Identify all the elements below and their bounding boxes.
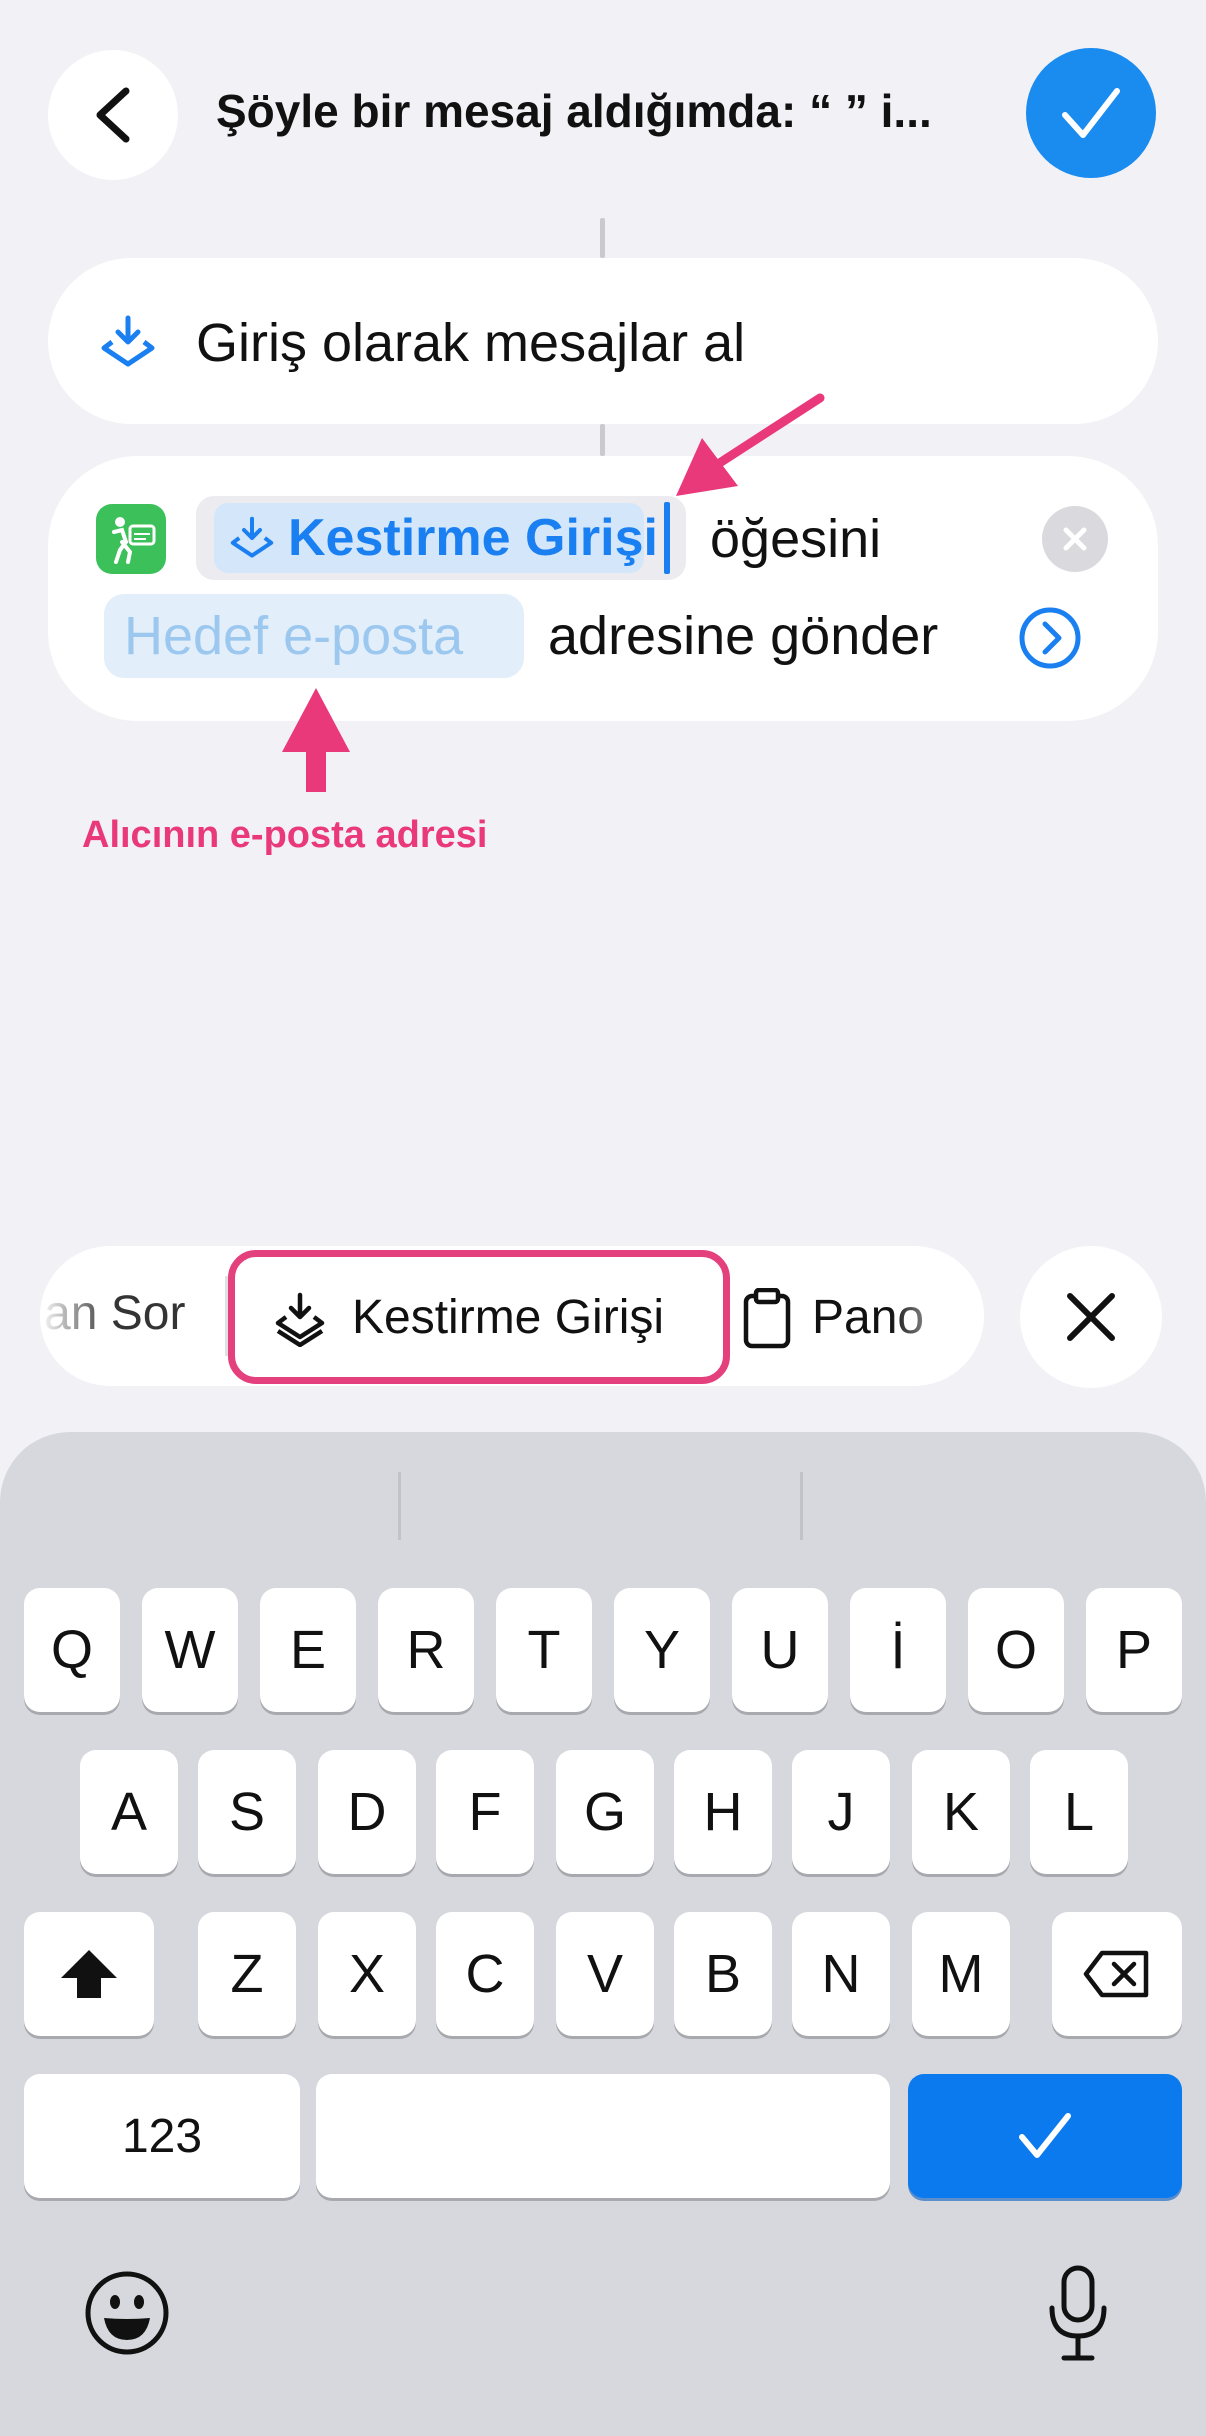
key-v[interactable]: V	[556, 1912, 654, 2036]
key-p[interactable]: P	[1086, 1588, 1182, 1712]
delete-key[interactable]	[1052, 1912, 1182, 2036]
key-o[interactable]: O	[968, 1588, 1064, 1712]
delete-icon	[1083, 1950, 1149, 1998]
key-l[interactable]: L	[1030, 1750, 1128, 1874]
predictive-divider	[800, 1472, 803, 1540]
key-i-dotted[interactable]: İ	[850, 1588, 946, 1712]
microphone-icon[interactable]	[1044, 2264, 1112, 2364]
sms-app-icon	[96, 504, 166, 574]
shortcut-input-icon	[275, 1292, 325, 1347]
close-icon	[1063, 527, 1087, 551]
clipboard-icon[interactable]	[740, 1288, 794, 1350]
key-d[interactable]: D	[318, 1750, 416, 1874]
key-h[interactable]: H	[674, 1750, 772, 1874]
chevron-left-icon	[96, 87, 130, 143]
key-x[interactable]: X	[318, 1912, 416, 2036]
chevron-right-circle-icon[interactable]	[1018, 606, 1082, 670]
shortcut-input-icon	[230, 516, 274, 558]
key-r[interactable]: R	[378, 1588, 474, 1712]
checkmark-icon	[1019, 2113, 1071, 2158]
flow-connector	[600, 218, 605, 258]
shortcut-editor-screen: Şöyle bir mesaj aldığımda: “ ” i... Giri…	[0, 0, 1206, 2436]
variable-token-label: Kestirme Girişi	[288, 509, 658, 567]
key-f[interactable]: F	[436, 1750, 534, 1874]
text-cursor	[664, 502, 670, 574]
numbers-key[interactable]: 123	[24, 2074, 300, 2198]
key-s[interactable]: S	[198, 1750, 296, 1874]
key-b[interactable]: B	[674, 1912, 772, 2036]
flow-connector	[600, 424, 605, 456]
clear-button[interactable]	[1042, 506, 1108, 572]
page-title[interactable]: Şöyle bir mesaj aldığımda: “ ” i...	[216, 84, 996, 138]
action-text-item: öğesini	[710, 509, 882, 569]
action-label-receive: Giriş olarak mesajlar al	[196, 313, 746, 373]
key-q[interactable]: Q	[24, 1588, 120, 1712]
suggestion-label: Kestirme Girişi	[352, 1291, 665, 1344]
key-n[interactable]: N	[792, 1912, 890, 2036]
annotation-label: Alıcının e-posta adresi	[82, 814, 488, 856]
back-button[interactable]	[48, 50, 178, 180]
key-w[interactable]: W	[142, 1588, 238, 1712]
shift-icon	[61, 1950, 117, 1998]
close-icon	[1067, 1293, 1115, 1341]
key-c[interactable]: C	[436, 1912, 534, 2036]
shortcut-input-icon	[101, 315, 155, 367]
key-a[interactable]: A	[80, 1750, 178, 1874]
key-k[interactable]: K	[912, 1750, 1010, 1874]
predictive-divider	[398, 1472, 401, 1540]
close-suggestions-button[interactable]	[1020, 1246, 1162, 1388]
checkmark-icon	[1062, 88, 1120, 138]
fade-overlay	[890, 1246, 984, 1386]
space-key[interactable]	[316, 2074, 890, 2198]
key-j[interactable]: J	[792, 1750, 890, 1874]
done-key[interactable]	[908, 2074, 1182, 2198]
emoji-icon[interactable]	[84, 2270, 170, 2356]
key-y[interactable]: Y	[614, 1588, 710, 1712]
key-u[interactable]: U	[732, 1588, 828, 1712]
key-g[interactable]: G	[556, 1750, 654, 1874]
fade-overlay	[40, 1246, 110, 1386]
key-z[interactable]: Z	[198, 1912, 296, 2036]
key-m[interactable]: M	[912, 1912, 1010, 2036]
key-e[interactable]: E	[260, 1588, 356, 1712]
shift-key[interactable]	[24, 1912, 154, 2036]
done-button[interactable]	[1026, 48, 1156, 178]
email-parameter-placeholder: Hedef e-posta	[124, 606, 464, 666]
action-text-send: adresine gönder	[548, 606, 939, 666]
key-t[interactable]: T	[496, 1588, 592, 1712]
